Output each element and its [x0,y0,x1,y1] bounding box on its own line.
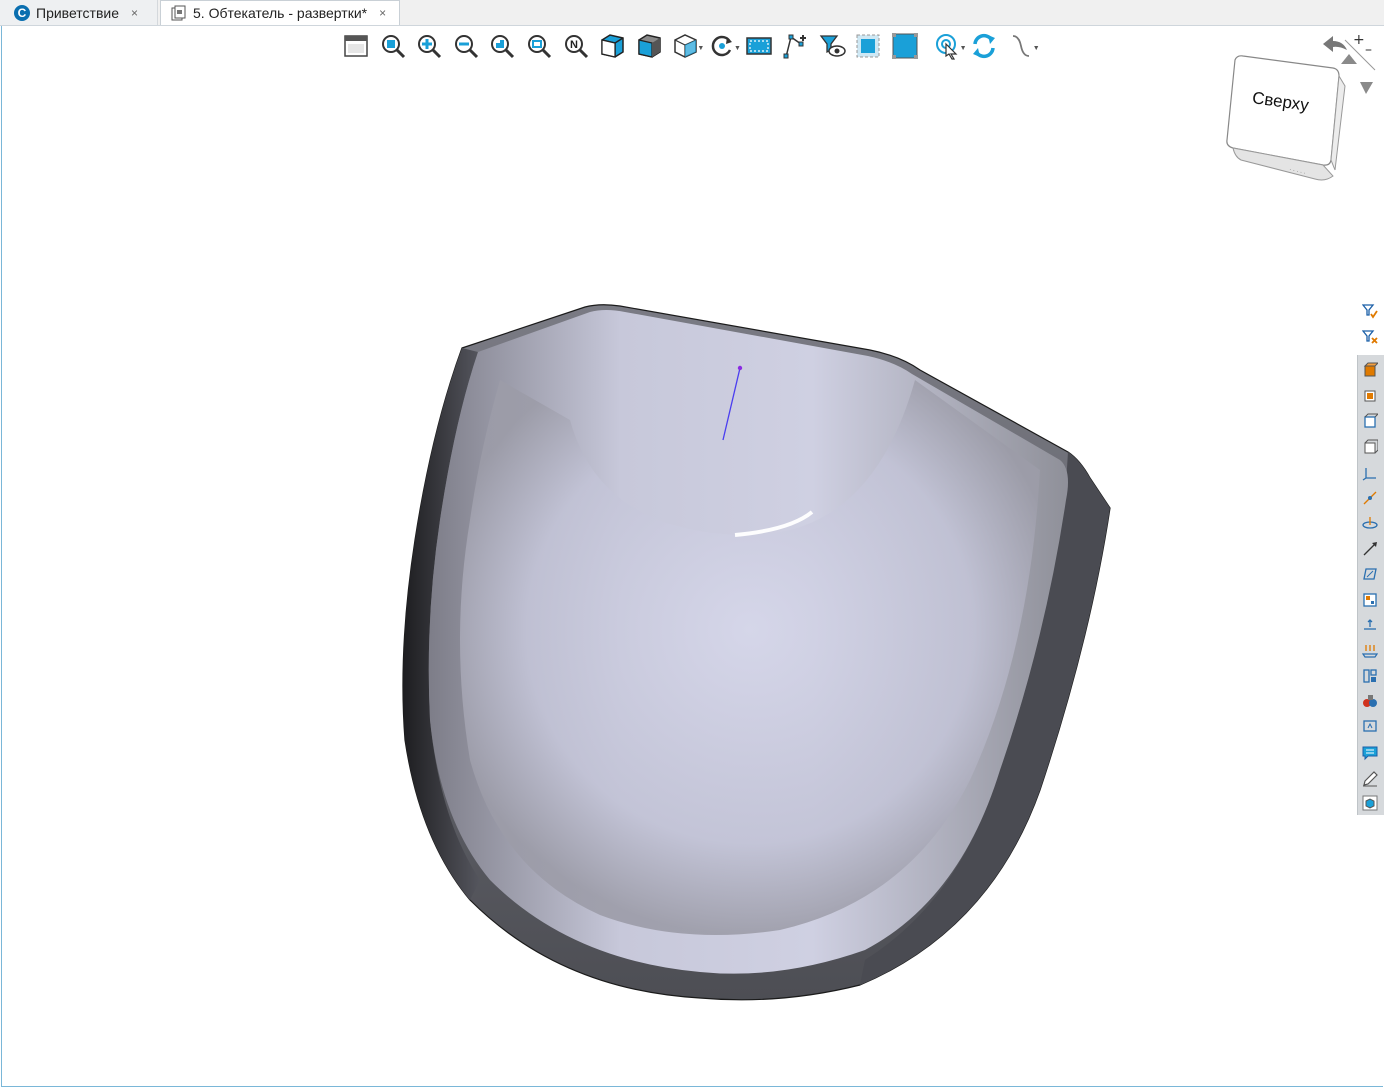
orange-cube-icon [1363,362,1378,377]
filter-vertex-button[interactable] [1359,436,1381,458]
cube-zoom-minus-icon[interactable]: – [1365,42,1372,58]
filter-check-button[interactable] [1359,300,1381,322]
view-toolbar: N ▼ ▼ ▼ ▼ [340,30,1041,62]
dimension-icon [1364,619,1376,630]
refresh-button[interactable] [968,30,1000,62]
view-box-icon [1362,795,1378,811]
show-points-button[interactable] [779,30,811,62]
full-view-button[interactable] [889,30,921,62]
visibility-filter-button[interactable] [816,30,848,62]
normal-view-icon: N [564,35,588,59]
zoom-to-fit-button[interactable] [523,30,555,62]
zoom-to-fit-icon [527,35,552,59]
refresh-icon [973,33,996,59]
zoom-window-icon [381,35,405,59]
filter-axes-button[interactable] [1359,462,1381,484]
section-view-button[interactable] [852,30,884,62]
zoom-out-button[interactable] [450,30,482,62]
zoom-previous-button[interactable] [486,30,518,62]
plane-ellipse-icon [1362,517,1378,529]
filter-plane-button[interactable] [1359,512,1381,534]
filter-material-button[interactable] [1359,690,1381,712]
shaded-view-button[interactable] [596,30,628,62]
comment-bubble-icon [1362,746,1378,761]
edge-cube-icon [1364,413,1378,428]
filter-check-icon [1362,304,1378,319]
filter-line-button[interactable] [1359,487,1381,509]
cursor-target-button[interactable]: ▼ [932,30,967,62]
curve-button[interactable]: ▼ [1005,30,1040,62]
filter-body-button[interactable] [1359,359,1381,381]
cube-arrow-up-icon[interactable] [1341,54,1357,64]
filter-frame-button[interactable] [1359,715,1381,737]
cube-zoom-plus-icon[interactable]: + [1353,32,1365,48]
filter-assembly-button[interactable] [1359,665,1381,687]
cube-rotate-left-icon[interactable] [1323,36,1347,52]
window-icon [344,35,368,57]
filter-edge-button[interactable] [1359,410,1381,432]
rotate-view-button[interactable]: ▼ [706,30,741,62]
select-frame-icon [745,37,772,55]
wireframe-cube-icon [674,34,698,58]
filter-view-button[interactable] [1359,792,1381,814]
window-button[interactable] [340,30,372,62]
zoom-in-button[interactable] [413,30,445,62]
vertex-cube-icon [1364,439,1378,454]
filter-sketch-button[interactable] [1359,563,1381,585]
3d-part-model[interactable] [0,0,1384,1089]
zoom-window-button[interactable] [377,30,409,62]
filter-annotation-button[interactable] [1359,742,1381,764]
curve-icon [1012,35,1029,57]
rotate-view-icon [711,35,732,57]
sketch-plane-icon [1363,568,1377,580]
component-icon [1363,593,1377,607]
hatch-icon [1362,645,1378,658]
vector-arrow-icon [1363,542,1377,556]
visibility-filter-icon [819,35,846,57]
filter-face-button[interactable] [1359,384,1381,406]
select-frame-button[interactable] [743,30,775,62]
construction-line-icon [1363,491,1377,505]
sketch-point[interactable] [737,365,743,371]
cube-arrow-down-icon[interactable] [1360,82,1373,94]
filter-clear-button[interactable] [1359,326,1381,348]
zoom-in-icon [418,35,442,59]
frame-icon [1363,720,1377,732]
assembly-icon [1363,669,1377,683]
filter-vector-button[interactable] [1359,538,1381,560]
shaded-edges-cube-icon [638,34,661,58]
section-view-icon [856,34,880,58]
normal-view-button[interactable]: N [560,30,592,62]
shaded-cube-icon [601,34,624,58]
cursor-target-icon [935,34,957,60]
filter-clear-icon [1362,330,1378,344]
filter-dimension-button[interactable] [1359,614,1381,636]
zoom-previous-icon [491,35,515,59]
shaded-edges-button[interactable] [633,30,665,62]
filter-hatch-button[interactable] [1359,640,1381,662]
filter-component-button[interactable] [1359,589,1381,611]
wireframe-view-button[interactable]: ▼ [669,30,704,62]
material-spheres-icon [1363,695,1377,707]
filter-pencil-button[interactable] [1359,768,1381,790]
orange-face-icon [1364,390,1376,402]
pencil-icon [1363,771,1378,787]
normal-view-letter: N [570,39,578,51]
full-view-icon [891,33,918,59]
zoom-out-icon [454,35,478,59]
coordinate-axes-icon [1362,468,1376,481]
show-points-icon [783,34,807,59]
